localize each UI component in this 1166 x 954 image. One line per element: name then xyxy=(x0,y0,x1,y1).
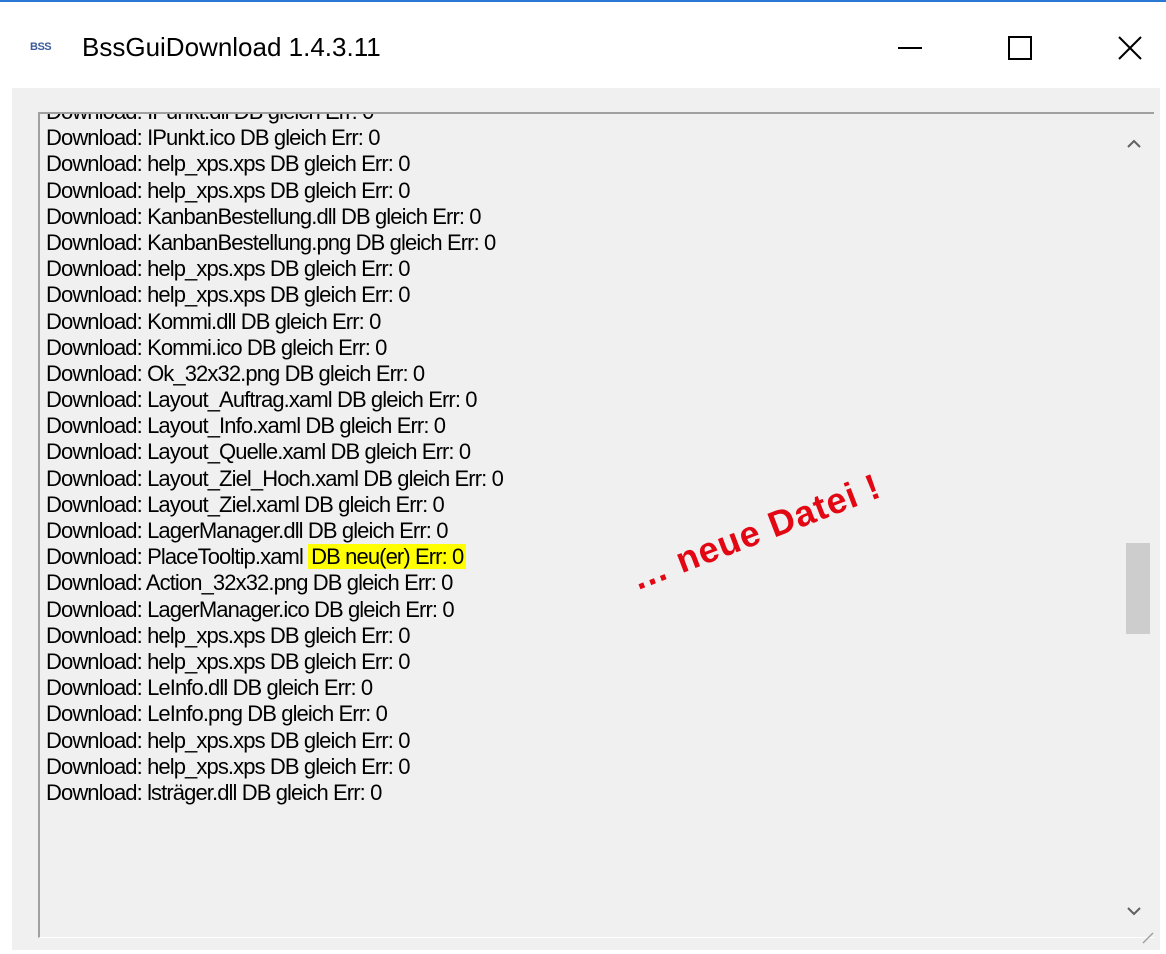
log-row-highlighted[interactable]: Download: PlaceTooltip.xaml DB neu(er) E… xyxy=(46,544,1106,570)
log-row[interactable]: Download: KanbanBestellung.dll DB gleich… xyxy=(46,204,1106,230)
minimize-button[interactable] xyxy=(875,18,945,78)
scroll-up-button[interactable] xyxy=(1114,126,1154,162)
log-row[interactable]: Download: help_xps.xps DB gleich Err: 0 xyxy=(46,256,1106,282)
log-row-text: Download: IPunkt.ico DB gleich Err: 0 xyxy=(46,125,380,151)
log-row-text: Download: Layout_Ziel_Hoch.xaml DB gleic… xyxy=(46,465,504,491)
log-list: Download: IPunkt.dll DB gleich Err: 0 Do… xyxy=(46,114,1106,806)
log-row-text: Download: LagerManager.dll DB gleich Err… xyxy=(46,518,448,543)
log-row[interactable]: Download: help_xps.xps DB gleich Err: 0 xyxy=(46,754,1106,780)
log-row[interactable]: Download: LeInfo.png DB gleich Err: 0 xyxy=(46,701,1106,727)
log-row[interactable]: Download: Layout_Auftrag.xaml DB gleich … xyxy=(46,387,1106,413)
log-row-text: Download: Kommi.dll DB gleich Err: 0 xyxy=(46,308,381,334)
log-row-text: Download: Layout_Quelle.xaml DB gleich E… xyxy=(46,439,471,465)
log-row[interactable]: Download: Layout_Quelle.xaml DB gleich E… xyxy=(46,439,1106,465)
log-row[interactable]: Download: help_xps.xps DB gleich Err: 0 xyxy=(46,178,1106,204)
log-row[interactable]: Download: Layout_Info.xaml DB gleich Err… xyxy=(46,413,1106,439)
log-row[interactable]: Download: LagerManager.dll DB gleich Err… xyxy=(46,518,1106,544)
log-row-text: Download: LeInfo.png DB gleich Err: 0 xyxy=(46,701,388,727)
log-row-text: Download: help_xps.xps DB gleich Err: 0 xyxy=(46,177,410,203)
maximize-button[interactable] xyxy=(985,18,1055,78)
log-row-text: Download: help_xps.xps DB gleich Err: 0 xyxy=(46,727,410,753)
log-row-text: Download: Layout_Info.xaml DB gleich Err… xyxy=(46,413,446,439)
vertical-scrollbar[interactable] xyxy=(1114,114,1154,937)
title-bar[interactable]: BSS BssGuiDownload 1.4.3.11 xyxy=(0,4,1166,88)
log-row-text: Download: KanbanBestellung.png DB gleich… xyxy=(46,229,496,255)
close-button[interactable] xyxy=(1095,18,1165,78)
app-window: BSS BssGuiDownload 1.4.3.11 Download: IP… xyxy=(0,0,1166,954)
log-row-text: Download: LeInfo.dll DB gleich Err: 0 xyxy=(46,675,373,701)
log-row[interactable]: Download: Action_32x32.png DB gleich Err… xyxy=(46,570,1106,596)
log-row-text: Download: Layout_Auftrag.xaml DB gleich … xyxy=(46,387,478,413)
log-row-text: Download: Layout_Ziel.xaml DB gleich Err… xyxy=(46,491,445,517)
chevron-down-icon xyxy=(1127,907,1141,916)
log-row-text: Download: PlaceTooltip.xaml xyxy=(46,544,309,570)
window-title: BssGuiDownload 1.4.3.11 xyxy=(82,32,381,62)
log-row[interactable]: Download: help_xps.xps DB gleich Err: 0 xyxy=(46,649,1106,675)
log-row[interactable]: Download: Layout_Ziel_Hoch.xaml DB gleic… xyxy=(46,466,1106,492)
log-row-text: Download: help_xps.xps DB gleich Err: 0 xyxy=(46,151,410,177)
log-row-text: Download: help_xps.xps DB gleich Err: 0 xyxy=(46,256,410,282)
log-row-text: Download: help_xps.xps DB gleich Err: 0 xyxy=(46,622,410,648)
chevron-up-icon xyxy=(1127,139,1141,148)
close-icon xyxy=(1118,36,1142,60)
log-row[interactable]: Download: LeInfo.dll DB gleich Err: 0 xyxy=(46,675,1106,701)
log-row[interactable]: Download: help_xps.xps DB gleich Err: 0 xyxy=(46,151,1106,177)
log-row[interactable]: Download: KanbanBestellung.png DB gleich… xyxy=(46,230,1106,256)
log-row-text: Download: help_xps.xps DB gleich Err: 0 xyxy=(46,648,410,674)
scroll-down-button[interactable] xyxy=(1114,893,1154,929)
resize-grip-icon[interactable] xyxy=(1140,930,1154,944)
maximize-icon xyxy=(1008,36,1032,60)
client-area: Download: IPunkt.dll DB gleich Err: 0 Do… xyxy=(12,88,1160,950)
log-row-clipped-top[interactable]: Download: IPunkt.dll DB gleich Err: 0 xyxy=(46,114,1106,125)
log-row-text: Download: KanbanBestellung.dll DB gleich… xyxy=(46,203,482,229)
log-row[interactable]: Download: LagerManager.ico DB gleich Err… xyxy=(46,597,1106,623)
log-row[interactable]: Download: help_xps.xps DB gleich Err: 0 xyxy=(46,728,1106,754)
log-row[interactable]: Download: Kommi.dll DB gleich Err: 0 xyxy=(46,309,1106,335)
log-row[interactable]: Download: Layout_Ziel.xaml DB gleich Err… xyxy=(46,492,1106,518)
log-row-text: Download: help_xps.xps DB gleich Err: 0 xyxy=(46,282,410,308)
download-log-listbox[interactable]: Download: IPunkt.dll DB gleich Err: 0 Do… xyxy=(38,112,1154,938)
log-row-clipped-bottom[interactable]: Download: lsträger.dll DB gleich Err: 0 xyxy=(46,780,1106,806)
log-row-text: Download: Action_32x32.png DB gleich Err… xyxy=(46,570,453,596)
scrollbar-thumb[interactable] xyxy=(1126,543,1150,635)
log-row[interactable]: Download: help_xps.xps DB gleich Err: 0 xyxy=(46,623,1106,649)
log-row-text: Download: LagerManager.ico DB gleich Err… xyxy=(46,596,455,622)
log-row-text: Download: help_xps.xps DB gleich Err: 0 xyxy=(46,753,410,779)
log-row-text: Download: Ok_32x32.png DB gleich Err: 0 xyxy=(46,360,425,386)
log-row[interactable]: Download: Kommi.ico DB gleich Err: 0 xyxy=(46,335,1106,361)
log-row-highlight: DB neu(er) Err: 0 xyxy=(308,544,467,570)
minimize-icon xyxy=(898,47,922,49)
log-row-text: Download: Kommi.ico DB gleich Err: 0 xyxy=(46,334,387,360)
log-row[interactable]: Download: Ok_32x32.png DB gleich Err: 0 xyxy=(46,361,1106,387)
app-icon: BSS xyxy=(30,41,52,53)
log-row[interactable]: Download: help_xps.xps DB gleich Err: 0 xyxy=(46,282,1106,308)
log-row[interactable]: Download: IPunkt.ico DB gleich Err: 0 xyxy=(46,125,1106,151)
